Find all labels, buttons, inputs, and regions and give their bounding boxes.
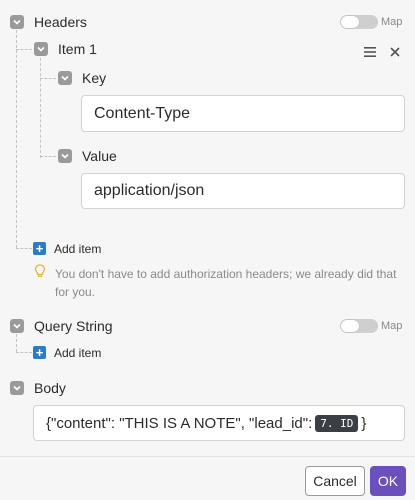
lead-id-token[interactable]: 7. ID	[315, 414, 359, 432]
key-label: Key	[82, 70, 107, 86]
headers-add-item-label[interactable]: Add item	[54, 242, 101, 256]
headers-label: Headers	[34, 14, 87, 30]
item-label: Item 1	[58, 41, 97, 57]
lightbulb-icon	[34, 264, 46, 278]
dialog-footer: Cancel OK	[0, 456, 415, 500]
hint-line-1: You don't have to add authorization head…	[55, 267, 397, 281]
hamburger-icon[interactable]	[364, 44, 376, 57]
tree-branch-key	[40, 78, 56, 79]
query-string-map-toggle[interactable]	[340, 319, 378, 333]
headers-hint: You don't have to add authorization head…	[55, 265, 405, 301]
tree-branch-value	[40, 156, 56, 157]
query-string-add-item-label[interactable]: Add item	[54, 346, 101, 360]
body-value-suffix: }	[361, 414, 367, 432]
query-string-label: Query String	[34, 318, 113, 334]
tree-branch-add-item	[16, 248, 32, 249]
item-checkbox[interactable]	[34, 42, 48, 56]
tree-line-query	[16, 334, 17, 352]
tree-line-item	[40, 58, 41, 158]
headers-checkbox[interactable]	[10, 15, 24, 29]
value-input[interactable]: application/json	[81, 173, 405, 209]
query-string-checkbox[interactable]	[10, 319, 24, 333]
close-icon[interactable]	[390, 44, 400, 57]
body-label: Body	[34, 380, 66, 396]
key-checkbox[interactable]	[58, 71, 72, 85]
chevron-down-icon	[61, 153, 69, 159]
ok-button[interactable]: OK	[370, 466, 406, 496]
headers-map-toggle[interactable]	[340, 15, 378, 29]
headers-add-item-button[interactable]: +	[33, 242, 46, 255]
body-input[interactable]: {"content": "THIS IS A NOTE", "lead_id":…	[33, 405, 405, 441]
value-checkbox[interactable]	[58, 149, 72, 163]
query-string-map-label: Map	[381, 320, 403, 332]
body-value-prefix: {"content": "THIS IS A NOTE", "lead_id":	[46, 414, 313, 432]
chevron-down-icon	[37, 46, 45, 52]
headers-map-label: Map	[381, 16, 403, 28]
hint-line-2: for you.	[55, 285, 96, 299]
body-checkbox[interactable]	[10, 381, 24, 395]
value-label: Value	[82, 148, 117, 164]
chevron-down-icon	[61, 75, 69, 81]
cancel-button[interactable]: Cancel	[305, 466, 365, 496]
query-string-add-item-button[interactable]: +	[33, 346, 46, 359]
tree-branch-query-add	[16, 352, 32, 353]
chevron-down-icon	[13, 385, 21, 391]
chevron-down-icon	[13, 19, 21, 25]
tree-branch-item	[16, 49, 32, 50]
tree-line-headers	[16, 30, 17, 248]
chevron-down-icon	[13, 323, 21, 329]
key-input[interactable]: Content-Type	[81, 95, 405, 132]
